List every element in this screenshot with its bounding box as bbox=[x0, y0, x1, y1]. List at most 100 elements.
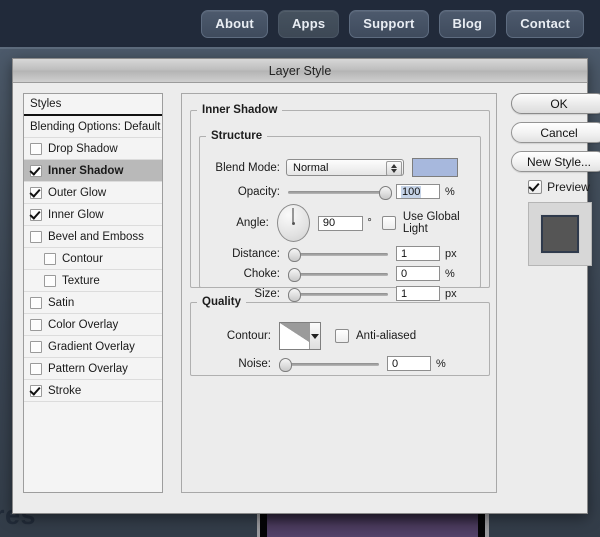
cancel-button[interactable]: Cancel bbox=[511, 122, 600, 143]
noise-slider[interactable] bbox=[279, 357, 379, 372]
anti-aliased-label: Anti-aliased bbox=[356, 330, 417, 342]
sidebar-item-stroke[interactable]: Stroke bbox=[24, 380, 162, 402]
sidebar-item-satin[interactable]: Satin bbox=[24, 292, 162, 314]
contour-preset-picker[interactable] bbox=[279, 322, 321, 350]
anti-aliased-checkbox[interactable] bbox=[335, 329, 349, 343]
layer-style-dialog: Layer Style Styles Blending Options: Def… bbox=[12, 58, 600, 514]
nav-button-contact[interactable]: Contact bbox=[506, 9, 584, 38]
nav-button-support[interactable]: Support bbox=[349, 9, 429, 38]
shadow-color-swatch[interactable] bbox=[412, 158, 458, 177]
nav-button-apps[interactable]: Apps bbox=[277, 9, 340, 38]
use-global-light-label: Use Global Light bbox=[402, 211, 460, 235]
sidebar-item-label: Gradient Overlay bbox=[48, 340, 135, 353]
checkbox-contour[interactable] bbox=[44, 252, 56, 265]
checkbox-drop-shadow[interactable] bbox=[30, 142, 42, 155]
sidebar-item-outer-glow[interactable]: Outer Glow bbox=[24, 182, 162, 204]
sidebar-item-gradient-overlay[interactable]: Gradient Overlay bbox=[24, 336, 162, 358]
chevron-updown-icon[interactable] bbox=[386, 161, 402, 176]
opacity-unit: % bbox=[445, 185, 455, 198]
choke-unit: % bbox=[445, 267, 455, 280]
blend-mode-select[interactable]: Normal bbox=[286, 159, 404, 176]
opacity-input[interactable]: 100 bbox=[396, 184, 440, 199]
distance-input[interactable]: 1 bbox=[396, 246, 440, 261]
inner-shadow-group: Inner Shadow Structure Blend Mode: Norma… bbox=[190, 104, 490, 302]
blend-mode-value: Normal bbox=[293, 161, 329, 174]
noise-input[interactable]: 0 bbox=[387, 356, 431, 371]
angle-label: Angle: bbox=[236, 217, 269, 229]
choke-label: Choke: bbox=[243, 267, 280, 280]
choke-input[interactable]: 0 bbox=[396, 266, 440, 281]
checkbox-bevel-and-emboss[interactable] bbox=[30, 230, 42, 243]
effect-settings-panel: Inner Shadow Structure Blend Mode: Norma… bbox=[181, 93, 497, 493]
checkbox-satin[interactable] bbox=[30, 296, 42, 309]
blend-mode-label: Blend Mode: bbox=[215, 161, 280, 174]
sidebar-item-inner-shadow[interactable]: Inner Shadow bbox=[24, 160, 162, 182]
opacity-value: 100 bbox=[401, 185, 422, 198]
checkbox-inner-shadow[interactable] bbox=[30, 164, 42, 177]
choke-slider[interactable] bbox=[288, 267, 388, 282]
opacity-slider[interactable] bbox=[288, 185, 392, 200]
styles-list-header: Styles bbox=[24, 94, 162, 116]
choke-value: 0 bbox=[401, 267, 408, 280]
checkbox-texture[interactable] bbox=[44, 274, 56, 287]
sidebar-item-blending-options[interactable]: Blending Options: Default bbox=[24, 116, 162, 138]
sidebar-item-label: Color Overlay bbox=[48, 318, 119, 331]
sidebar-item-label: Pattern Overlay bbox=[48, 362, 128, 375]
dialog-title: Layer Style bbox=[268, 63, 332, 78]
thumbnail-right-edge-light bbox=[485, 512, 489, 537]
checkbox-inner-glow[interactable] bbox=[30, 208, 42, 221]
opacity-label: Opacity: bbox=[237, 185, 280, 198]
checkbox-gradient-overlay[interactable] bbox=[30, 340, 42, 353]
sidebar-item-color-overlay[interactable]: Color Overlay bbox=[24, 314, 162, 336]
sidebar-item-contour[interactable]: Contour bbox=[24, 248, 162, 270]
chevron-down-icon[interactable] bbox=[309, 323, 320, 349]
checkbox-stroke[interactable] bbox=[30, 384, 42, 397]
ok-button[interactable]: OK bbox=[511, 93, 600, 114]
preview-toggle[interactable]: Preview bbox=[511, 180, 600, 194]
angle-unit: ° bbox=[367, 217, 372, 229]
styles-list-items: Drop Shadow Inner Shadow Outer Glow Inner G… bbox=[24, 138, 162, 402]
sidebar-item-label: Inner Shadow bbox=[48, 164, 124, 177]
structure-group: Structure Blend Mode: Normal Opacity: 10… bbox=[199, 130, 481, 302]
sidebar-item-label: Texture bbox=[62, 274, 100, 287]
preview-thumbnail bbox=[528, 202, 592, 266]
distance-unit: px bbox=[445, 247, 457, 260]
sidebar-item-label: Bevel and Emboss bbox=[48, 230, 144, 243]
sidebar-item-label: Contour bbox=[62, 252, 103, 265]
styles-list-panel[interactable]: Styles Blending Options: Default Drop Sh… bbox=[23, 93, 163, 493]
checkbox-pattern-overlay[interactable] bbox=[30, 362, 42, 375]
inner-shadow-group-label: Inner Shadow bbox=[202, 104, 278, 116]
thumbnail-right-edge-dark bbox=[478, 512, 485, 537]
checkbox-color-overlay[interactable] bbox=[30, 318, 42, 331]
nav-button-about[interactable]: About bbox=[201, 9, 268, 38]
new-style-button[interactable]: New Style... bbox=[511, 151, 600, 172]
quality-group-label: Quality bbox=[202, 296, 241, 308]
angle-needle bbox=[292, 208, 294, 223]
sidebar-item-texture[interactable]: Texture bbox=[24, 270, 162, 292]
preview-swatch bbox=[541, 215, 579, 253]
contour-label: Contour: bbox=[226, 330, 271, 342]
sidebar-item-bevel-and-emboss[interactable]: Bevel and Emboss bbox=[24, 226, 162, 248]
dialog-action-column: OK Cancel New Style... Preview bbox=[511, 93, 600, 266]
sidebar-item-inner-glow[interactable]: Inner Glow bbox=[24, 204, 162, 226]
sidebar-item-label: Stroke bbox=[48, 384, 82, 397]
angle-input[interactable]: 90 bbox=[317, 215, 364, 231]
angle-value: 90 bbox=[322, 217, 336, 229]
distance-value: 1 bbox=[401, 247, 408, 260]
checkbox-outer-glow[interactable] bbox=[30, 186, 42, 199]
preview-checkbox[interactable] bbox=[528, 180, 543, 194]
distance-slider[interactable] bbox=[288, 247, 388, 262]
top-navigation: About Apps Support Blog Contact bbox=[0, 0, 600, 47]
sidebar-item-label: Satin bbox=[48, 296, 75, 309]
dialog-title-bar[interactable]: Layer Style bbox=[13, 59, 587, 83]
background-screenshot-thumbnail bbox=[267, 512, 478, 537]
use-global-light-checkbox[interactable] bbox=[381, 216, 396, 230]
thumbnail-left-edge-dark bbox=[260, 512, 267, 537]
sidebar-item-drop-shadow[interactable]: Drop Shadow bbox=[24, 138, 162, 160]
nav-button-blog[interactable]: Blog bbox=[438, 9, 497, 38]
angle-dial[interactable] bbox=[276, 204, 310, 242]
structure-group-label: Structure bbox=[211, 130, 263, 142]
sidebar-item-pattern-overlay[interactable]: Pattern Overlay bbox=[24, 358, 162, 380]
distance-label: Distance: bbox=[232, 247, 280, 260]
sidebar-item-label: Outer Glow bbox=[48, 186, 107, 199]
